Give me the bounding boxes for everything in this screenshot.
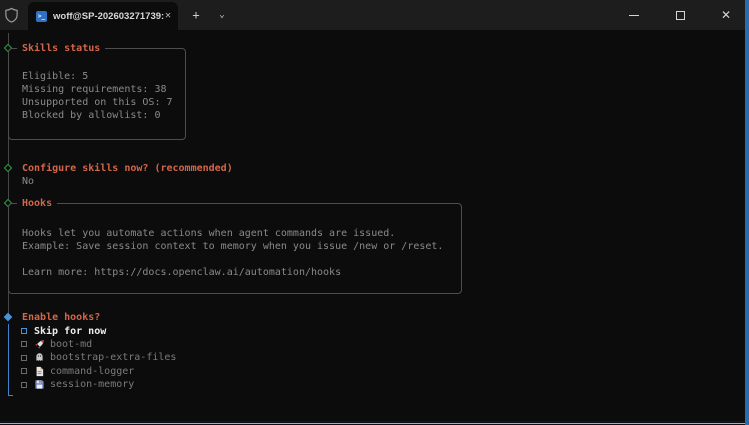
title-bar: >_ woff@SP-202603271739: /mnt ✕ + ⌄ ✕ [0,0,749,30]
hook-option-label[interactable]: Skip for now [34,325,106,338]
powershell-icon: >_ [36,11,47,22]
hooks-description-line1: Hooks let you automate actions when agen… [22,227,395,240]
new-tab-button[interactable]: + [186,0,206,30]
ghost-icon [34,352,45,363]
terminal-window: >_ woff@SP-202603271739: /mnt ✕ + ⌄ ✕ Sk… [0,0,749,425]
hook-option-label[interactable]: session-memory [50,378,134,391]
checkbox-session-memory[interactable] [21,382,27,388]
tab-dropdown-button[interactable]: ⌄ [212,0,232,30]
checkbox-skip[interactable] [21,328,27,334]
active-prompt-line [8,324,13,396]
step-diamond-configure [4,164,12,172]
hooks-description-line2: Example: Save session context to memory … [22,240,443,253]
background-window-edge [0,423,749,424]
minimize-button[interactable] [611,0,657,30]
background-window-accent-border [745,0,749,425]
skills-status-title: Skills status [17,42,105,55]
shield-icon [4,7,19,23]
close-button[interactable]: ✕ [703,0,749,30]
skills-eligible: Eligible: 5 [22,70,88,83]
configure-skills-question: Configure skills now? (recommended) [22,162,233,175]
skills-missing-requirements: Missing requirements: 38 [22,83,167,96]
checkbox-boot-md[interactable] [21,341,27,347]
document-icon [34,366,45,377]
hooks-learn-more-link[interactable]: Learn more: https://docs.openclaw.ai/aut… [22,266,341,279]
hook-option-label[interactable]: bootstrap-extra-files [50,351,176,364]
window-bottom-edge [0,421,749,425]
configure-skills-answer: No [22,175,34,188]
hook-option-label[interactable]: command-logger [50,365,134,378]
step-diamond-enable-hooks [4,313,12,321]
terminal-content: Skills status Eligible: 5 Missing requir… [0,30,745,421]
enable-hooks-question: Enable hooks? [22,311,100,324]
tab-title: woff@SP-202603271739: /mnt [53,11,165,22]
tab-close-icon[interactable]: ✕ [165,11,171,21]
maximize-icon [676,11,685,20]
hooks-title: Hooks [17,197,57,210]
checkbox-bootstrap-extra-files[interactable] [21,355,27,361]
floppy-disk-icon [34,379,45,390]
hook-option-label[interactable]: boot-md [50,338,92,351]
skills-unsupported: Unsupported on this OS: 7 [22,96,173,109]
checkbox-command-logger[interactable] [21,368,27,374]
close-icon: ✕ [721,9,731,21]
terminal-tab[interactable]: >_ woff@SP-202603271739: /mnt ✕ [28,2,178,30]
skills-blocked: Blocked by allowlist: 0 [22,109,160,122]
maximize-button[interactable] [657,0,703,30]
rocket-icon [34,339,45,350]
minimize-icon [629,15,639,16]
